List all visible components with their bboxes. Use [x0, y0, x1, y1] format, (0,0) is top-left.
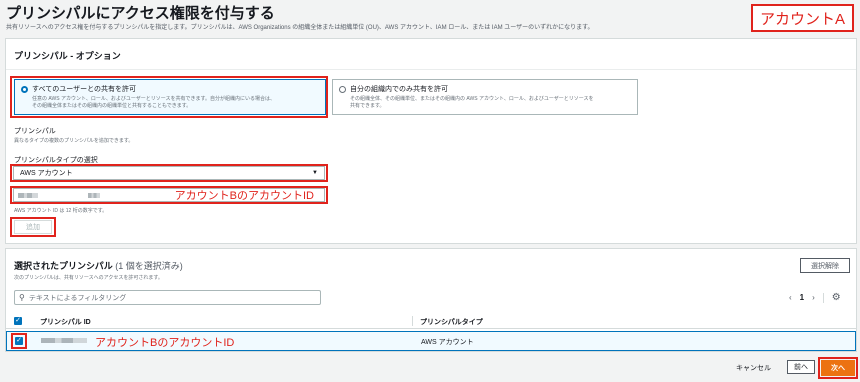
column-header-principal-type: プリンシパルタイプ	[420, 319, 483, 326]
input-hint: AWS アカウント ID は 12 桁の数字です。	[14, 208, 108, 214]
table-row[interactable]: ✓ アカウントBのアカウントID AWS アカウント	[6, 331, 856, 351]
principal-options-panel: プリンシパル - オプション すべてのユーザーとの共有を許可 任意の AWS ア…	[5, 38, 857, 244]
caret-down-icon: ▼	[312, 170, 318, 176]
pagination: ‹ 1 › ⚙	[789, 292, 841, 303]
option-description: その組織全体、その組織単位、またはその組織内の AWS アカウント、ロール、およ…	[350, 96, 594, 102]
annotation-account-b-id: アカウントBのアカウントID	[174, 190, 314, 202]
option-description: その組織全体またはその組織内の組織単位と共有することもできます。	[32, 103, 192, 109]
row-checkbox[interactable]: ✓	[15, 337, 23, 345]
option-label: すべてのユーザーとの共有を許可	[32, 86, 137, 93]
principal-label: プリンシパル	[14, 128, 56, 135]
radio-option-org-only[interactable]: 自分の組織内でのみ共有を許可 その組織全体、その組織単位、またはその組織内の A…	[332, 79, 638, 115]
select-value: AWS アカウント	[20, 170, 73, 177]
radio-option-all-users[interactable]: すべてのユーザーとの共有を許可 任意の AWS アカウント、ロール、およびユーザ…	[14, 79, 326, 115]
next-button[interactable]: 次へ	[821, 360, 855, 376]
cancel-link[interactable]: キャンセル	[736, 363, 771, 373]
annotation-account-b-id: アカウントBのアカウントID	[95, 337, 235, 349]
radio-selected-icon	[21, 85, 28, 93]
table-header: ✓ プリンシパル ID プリンシパルタイプ	[6, 313, 856, 329]
radio-unselected-icon	[339, 85, 346, 93]
masked-account-id	[41, 338, 87, 343]
option-label: 自分の組織内でのみ共有を許可	[350, 86, 448, 93]
principal-type-select[interactable]: AWS アカウント ▼	[13, 166, 325, 180]
masked-account-id	[88, 192, 100, 198]
panel-title: プリンシパル - オプション	[14, 51, 121, 61]
column-divider	[412, 316, 413, 326]
selected-count: (1 個を選択済み)	[115, 261, 183, 271]
principal-sub: 異なるタイプの複数のプリンシパルを追加できます。	[14, 138, 134, 144]
account-id-input[interactable]: アカウントBのアカウントID	[13, 188, 325, 202]
gear-icon[interactable]: ⚙	[832, 292, 841, 303]
page-description: 共有リソースへのアクセス権を付与するプリンシパルを指定します。プリンシパルは、A…	[6, 25, 594, 31]
selected-principals-panel: 選択されたプリンシパル (1 個を選択済み) 次のプリンシパルは、共有リソースへ…	[5, 248, 857, 352]
filter-placeholder: テキストによるフィルタリング	[28, 294, 127, 302]
search-icon: ⚲	[19, 293, 25, 302]
previous-button[interactable]: 前へ	[787, 360, 815, 374]
page-title: プリンシパルにアクセス権限を付与する	[6, 5, 275, 22]
option-description: 共有できます。	[350, 103, 385, 109]
divider	[822, 292, 824, 303]
chevron-right-icon[interactable]: ›	[812, 293, 815, 302]
select-all-checkbox[interactable]: ✓	[14, 317, 22, 325]
divider	[6, 69, 856, 70]
masked-account-id	[18, 192, 38, 198]
selected-sub: 次のプリンシパルは、共有リソースへのアクセスを許可されます。	[14, 275, 163, 281]
annotation-account-a: アカウントA	[751, 4, 854, 32]
chevron-left-icon[interactable]: ‹	[789, 293, 792, 302]
add-button[interactable]: 追加	[14, 220, 52, 234]
filter-input[interactable]: ⚲ テキストによるフィルタリング	[14, 290, 321, 305]
deselect-button[interactable]: 選択解除	[800, 258, 850, 273]
selected-title: 選択されたプリンシパル (1 個を選択済み)	[14, 259, 183, 272]
selected-title-text: 選択されたプリンシパル	[14, 261, 113, 271]
page-number[interactable]: 1	[800, 293, 804, 302]
column-header-principal-id: プリンシパル ID	[40, 319, 91, 326]
option-description: 任意の AWS アカウント、ロール、およびユーザーとリソースを共有できます。自分…	[32, 96, 276, 102]
principal-type-cell: AWS アカウント	[421, 339, 474, 346]
